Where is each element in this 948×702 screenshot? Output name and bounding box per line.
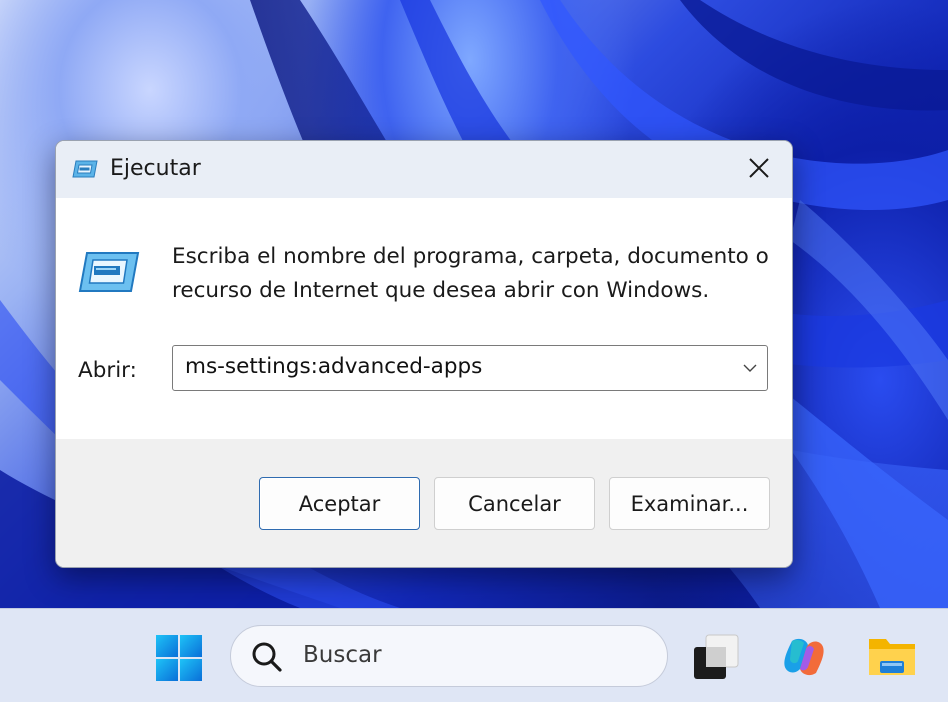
dialog-content: Escriba el nombre del programa, carpeta,… bbox=[56, 198, 792, 439]
search-icon bbox=[251, 641, 283, 673]
browse-button[interactable]: Examinar... bbox=[609, 477, 770, 530]
chevron-down-icon[interactable] bbox=[741, 358, 759, 378]
dialog-description: Escriba el nombre del programa, carpeta,… bbox=[172, 244, 769, 303]
file-explorer-icon[interactable] bbox=[866, 631, 918, 683]
taskbar-search[interactable]: Buscar bbox=[230, 625, 668, 687]
run-icon bbox=[78, 251, 140, 293]
taskbar: Buscar bbox=[0, 608, 948, 702]
dialog-title: Ejecutar bbox=[110, 156, 201, 181]
copilot-icon[interactable] bbox=[778, 631, 830, 683]
run-dialog: Ejecutar Escriba el nombre del programa,… bbox=[55, 140, 793, 568]
open-label: Abrir: bbox=[78, 358, 137, 383]
run-icon bbox=[72, 160, 98, 178]
close-icon bbox=[748, 157, 770, 183]
close-button[interactable] bbox=[726, 141, 792, 198]
cancel-button[interactable]: Cancelar bbox=[434, 477, 595, 530]
ok-button[interactable]: Aceptar bbox=[259, 477, 420, 530]
dialog-footer: Aceptar Cancelar Examinar... bbox=[56, 439, 792, 567]
open-combobox[interactable]: ms-settings:advanced-apps bbox=[172, 345, 768, 391]
windows-start-icon[interactable] bbox=[154, 633, 204, 683]
task-view-icon[interactable] bbox=[690, 631, 742, 683]
search-placeholder: Buscar bbox=[303, 642, 382, 668]
open-input[interactable]: ms-settings:advanced-apps bbox=[185, 354, 482, 379]
dialog-titlebar[interactable]: Ejecutar bbox=[56, 141, 792, 198]
